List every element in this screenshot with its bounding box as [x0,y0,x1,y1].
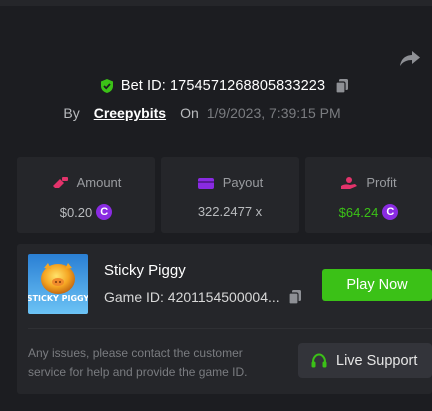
copy-icon[interactable] [288,289,302,305]
bet-id-row: Bet ID: 1754571268805833223 [0,76,432,96]
coin-icon: C [96,204,113,220]
stat-amount-value: $0.20 [59,204,93,220]
stat-profit: Profit $64.24 C [305,157,432,233]
game-id: Game ID: 4201154500004... [104,289,280,305]
headset-icon [311,352,327,367]
game-card: STICKY PIGGY Sticky Piggy Game ID: 42011… [17,244,432,394]
live-support-button[interactable]: Live Support [298,343,432,378]
stat-amount: Amount $0.20 C [17,157,155,233]
support-note: Any issues, please contact the customer … [28,346,248,379]
bet-meta-row: By Creepybits On 1/9/2023, 7:39:15 PM [0,103,432,123]
amount-icon [52,176,68,188]
bet-id: Bet ID: 1754571268805833223 [120,78,326,94]
stat-payout-label: Payout [222,175,264,190]
game-thumbnail[interactable]: STICKY PIGGY [28,254,88,314]
stat-payout: Payout 322.2477 x [161,157,299,233]
stat-profit-value: $64.24 [338,204,379,220]
live-support-label: Live Support [336,352,418,369]
divider [28,328,432,329]
top-strip [0,0,432,6]
game-id-row: Game ID: 4201154500004... [104,289,302,305]
on-label: On [180,105,199,121]
by-label: By [63,105,80,121]
bet-date: 1/9/2023, 7:39:15 PM [206,105,341,121]
author-link[interactable]: Creepybits [94,105,166,121]
thumb-title: STICKY PIGGY [28,294,88,303]
share-icon[interactable] [398,46,422,70]
coin-icon: C [382,204,399,220]
stat-profit-label: Profit [366,175,397,190]
stat-amount-label: Amount [76,175,122,190]
sticky-piggy-logo: STICKY PIGGY [28,254,88,314]
wallet-icon [197,177,214,189]
copy-icon[interactable] [335,78,349,94]
game-title: Sticky Piggy [104,262,186,279]
profit-hand-icon [341,176,358,189]
play-now-button[interactable]: Play Now [322,269,432,301]
verified-shield-icon [100,79,113,93]
stat-payout-value: 322.2477 x [197,204,263,219]
